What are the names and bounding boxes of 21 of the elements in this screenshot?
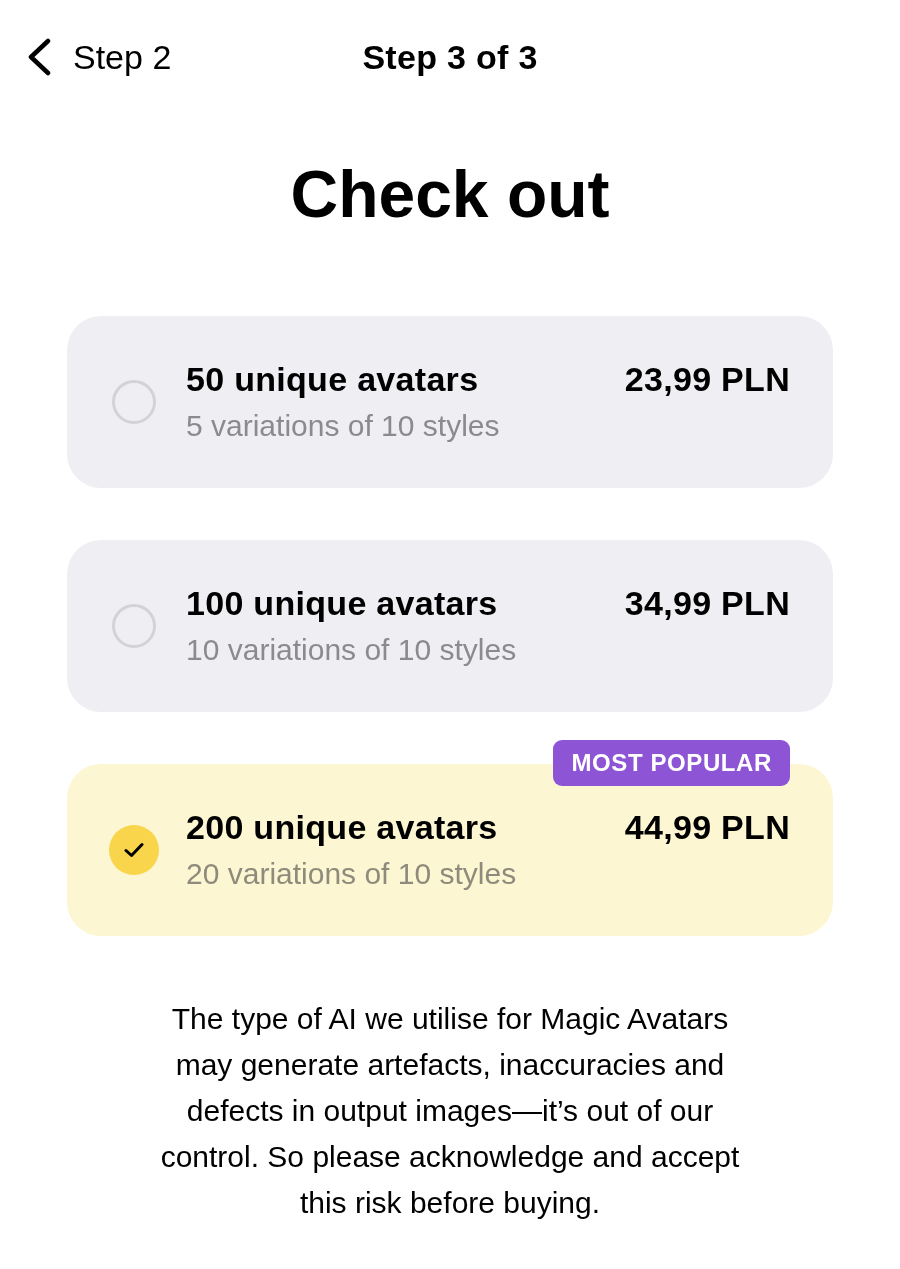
radio-button[interactable] — [109, 825, 159, 875]
plan-price: 44,99 PLN — [624, 807, 790, 847]
back-button[interactable]: Step 2 — [27, 37, 172, 77]
chevron-left-icon — [27, 38, 51, 76]
page-heading: Check out — [290, 156, 610, 233]
plan-price: 23,99 PLN — [624, 359, 790, 399]
disclaimer-text: The type of AI we utilise for Magic Avatars may generate artefacts, inaccuracies and defects in output images—it’s out of our control. So please acknowledge and accept this risk before buying. — [159, 1001, 741, 1221]
check-icon — [124, 842, 144, 858]
plan-price: 34,99 PLN — [624, 583, 790, 623]
plan-title: 50 unique avatars — [186, 359, 479, 399]
plan-title: 200 unique avatars — [186, 807, 498, 847]
popular-badge: MOST POPULAR — [553, 740, 790, 786]
step-title: Step 3 of 3 — [362, 37, 538, 77]
plan-description: 10 variations of 10 styles — [186, 632, 518, 668]
plan-description: 20 variations of 10 styles — [186, 856, 518, 892]
radio-button[interactable] — [112, 604, 156, 648]
plan-option[interactable]: 50 unique avatars 23,99 PLN 5 variations of 10 styles — [67, 316, 833, 488]
plan-option[interactable]: 100 unique avatars 34,99 PLN 10 variations of 10 styles — [67, 540, 833, 712]
radio-button[interactable] — [112, 380, 156, 424]
plan-description: 5 variations of 10 styles — [186, 408, 501, 444]
plan-title: 100 unique avatars — [186, 583, 498, 623]
